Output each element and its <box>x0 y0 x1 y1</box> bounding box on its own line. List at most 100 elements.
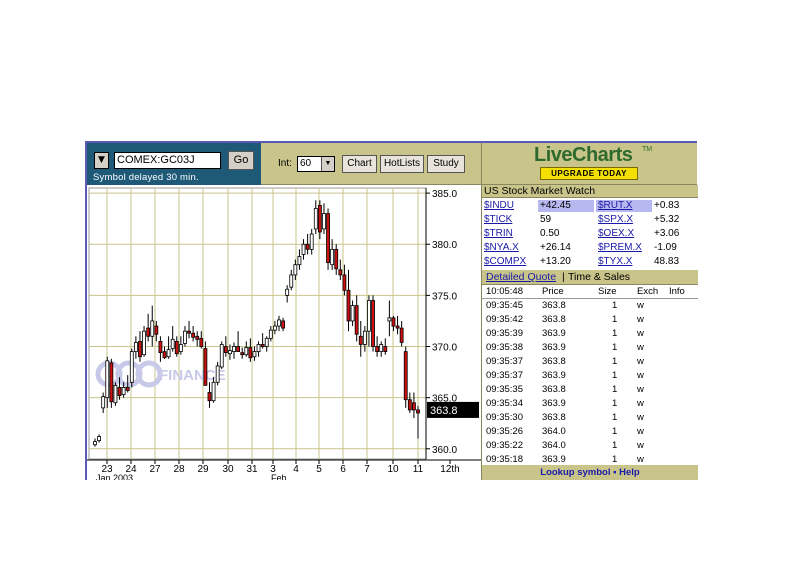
index-symbol-link[interactable]: $TRIN <box>484 227 513 241</box>
trade-time: 09:35:39 <box>486 328 523 339</box>
candle-body-down <box>154 325 159 335</box>
candle-body-down <box>334 248 339 270</box>
time-sales-header: 10:05:48 Price Size Exch Info <box>482 285 698 299</box>
y-tick-label: 385.0 <box>432 189 457 200</box>
index-change-value: +5.32 <box>654 214 680 225</box>
index-symbol-link[interactable]: $NYA.X <box>484 241 519 255</box>
tab-detailed-quote[interactable]: Detailed Quote <box>486 270 556 285</box>
trade-exch: w <box>637 342 644 353</box>
header-info: Info <box>669 286 685 297</box>
trade-exch: w <box>637 328 644 339</box>
candle-body-up <box>166 349 171 358</box>
index-symbol-link[interactable]: $INDU <box>484 199 514 213</box>
candle-body-down <box>117 387 122 396</box>
candle-body-down <box>358 335 363 345</box>
footer-separator: ▪ <box>613 467 617 478</box>
market-watch-row: $COMPX +13.20 $TYX.X 48.83 <box>482 255 698 269</box>
study-button[interactable]: Study <box>427 155 465 173</box>
candle-body-down <box>162 351 167 359</box>
time-sales-row: 09:35:22 364.0 1 w <box>482 439 698 453</box>
x-tick-label: 12th <box>440 464 459 475</box>
trade-exch: w <box>637 398 644 409</box>
candle-body-up <box>232 346 236 353</box>
candle-body-up <box>215 365 220 383</box>
lookup-symbol-link[interactable]: Lookup symbol <box>540 467 610 478</box>
index-change-value: +13.20 <box>540 256 571 267</box>
x-tick-label: 31 <box>246 464 258 475</box>
trade-time: 09:35:37 <box>486 370 523 381</box>
time-sales-row: 09:35:35 363.8 1 w <box>482 383 698 397</box>
index-symbol-link[interactable]: $PREM.X <box>598 241 642 255</box>
market-watch-row: $TICK 59 $SPX.X +5.32 <box>482 213 698 227</box>
go-button[interactable]: Go <box>228 151 254 170</box>
trade-size: 1 <box>612 328 618 339</box>
help-link[interactable]: Help <box>619 467 640 478</box>
trade-time: 09:35:42 <box>486 314 523 325</box>
candle-body-down <box>375 346 380 353</box>
candle <box>219 341 224 370</box>
candle-body-down <box>187 330 191 334</box>
x-sublabel-jan: Jan 2003 <box>96 473 133 480</box>
price-chart[interactable]: FINANCE 385.0 380.0 375.0 370.0 365.0 360.0 36… <box>87 185 481 483</box>
index-symbol-link[interactable]: $RUT.X <box>598 199 632 213</box>
candle-body-down <box>338 269 343 276</box>
candle-body-up <box>142 330 146 356</box>
interval-value: 60 <box>300 158 312 169</box>
symbol-input[interactable]: COMEX:GC03J <box>114 152 221 169</box>
candle-body-up <box>150 320 155 337</box>
candle-body-down <box>354 305 359 335</box>
index-change-value: +26.14 <box>540 242 571 253</box>
candle-body-up <box>252 351 257 358</box>
candle-body-up <box>105 360 110 399</box>
trade-exch: w <box>637 300 644 311</box>
candle-body-down <box>109 362 114 403</box>
last-price-label: 363.8 <box>430 405 458 417</box>
index-symbol-link[interactable]: $SPX.X <box>598 213 633 227</box>
time-sales-row: 09:35:37 363.9 1 w <box>482 369 698 383</box>
trade-exch: w <box>637 384 644 395</box>
trade-price: 363.9 <box>542 398 566 409</box>
upgrade-button[interactable]: UPGRADE TODAY <box>540 167 638 180</box>
index-change-value: 59 <box>540 214 552 225</box>
hotlists-button[interactable]: HotLists <box>380 155 424 173</box>
time-sales-row: 09:35:42 363.8 1 w <box>482 313 698 327</box>
candle-body-down <box>248 347 253 359</box>
candle-body-up <box>301 243 306 255</box>
trade-time: 09:35:22 <box>486 440 523 451</box>
market-panel: US Stock Market Watch $INDU +42.45 $RUT.X +… <box>481 185 698 480</box>
candle-body-down <box>260 344 265 347</box>
candle-body-down <box>407 399 412 411</box>
symbol-dropdown-button[interactable]: ▼ <box>94 152 109 169</box>
candle-body-up <box>129 351 134 383</box>
candle-body-up <box>277 319 281 327</box>
time-sales-row: 09:35:30 363.8 1 w <box>482 411 698 425</box>
tab-time-sales[interactable]: Time & Sales <box>568 270 630 285</box>
candle-body-up <box>330 248 335 266</box>
index-symbol-link[interactable]: $COMPX <box>484 255 526 269</box>
index-symbol-link[interactable]: $TYX.X <box>598 255 632 269</box>
logo-title: LiveCharts <box>534 144 633 166</box>
trade-size: 1 <box>612 398 618 409</box>
trade-price: 363.9 <box>542 342 566 353</box>
index-symbol-link[interactable]: $TICK <box>484 213 512 227</box>
index-symbol-link[interactable]: $OEX.X <box>598 227 634 241</box>
index-change-value: +3.06 <box>654 228 680 239</box>
livecharts-logo-panel: LiveCharts TM UPGRADE TODAY <box>481 143 697 185</box>
trade-price: 363.8 <box>542 412 566 423</box>
header-size: Size <box>598 286 617 297</box>
candle-body-up <box>293 264 298 276</box>
candle-body-down <box>158 340 163 354</box>
trade-size: 1 <box>612 342 618 353</box>
trade-price: 363.8 <box>542 384 566 395</box>
trade-time: 09:35:45 <box>486 300 523 311</box>
candle-body-up <box>256 344 261 353</box>
chart-button[interactable]: Chart <box>342 155 377 173</box>
candle-body-down <box>383 346 388 353</box>
chevron-down-icon[interactable]: ▼ <box>321 157 334 171</box>
candle-body-up <box>121 387 126 395</box>
candle-body-up <box>309 233 314 250</box>
interval-select[interactable]: 60 ▼ <box>297 156 335 172</box>
candle-body-up <box>178 344 183 353</box>
x-tick-label: 4 <box>293 464 299 475</box>
candle-body-up <box>272 325 277 331</box>
